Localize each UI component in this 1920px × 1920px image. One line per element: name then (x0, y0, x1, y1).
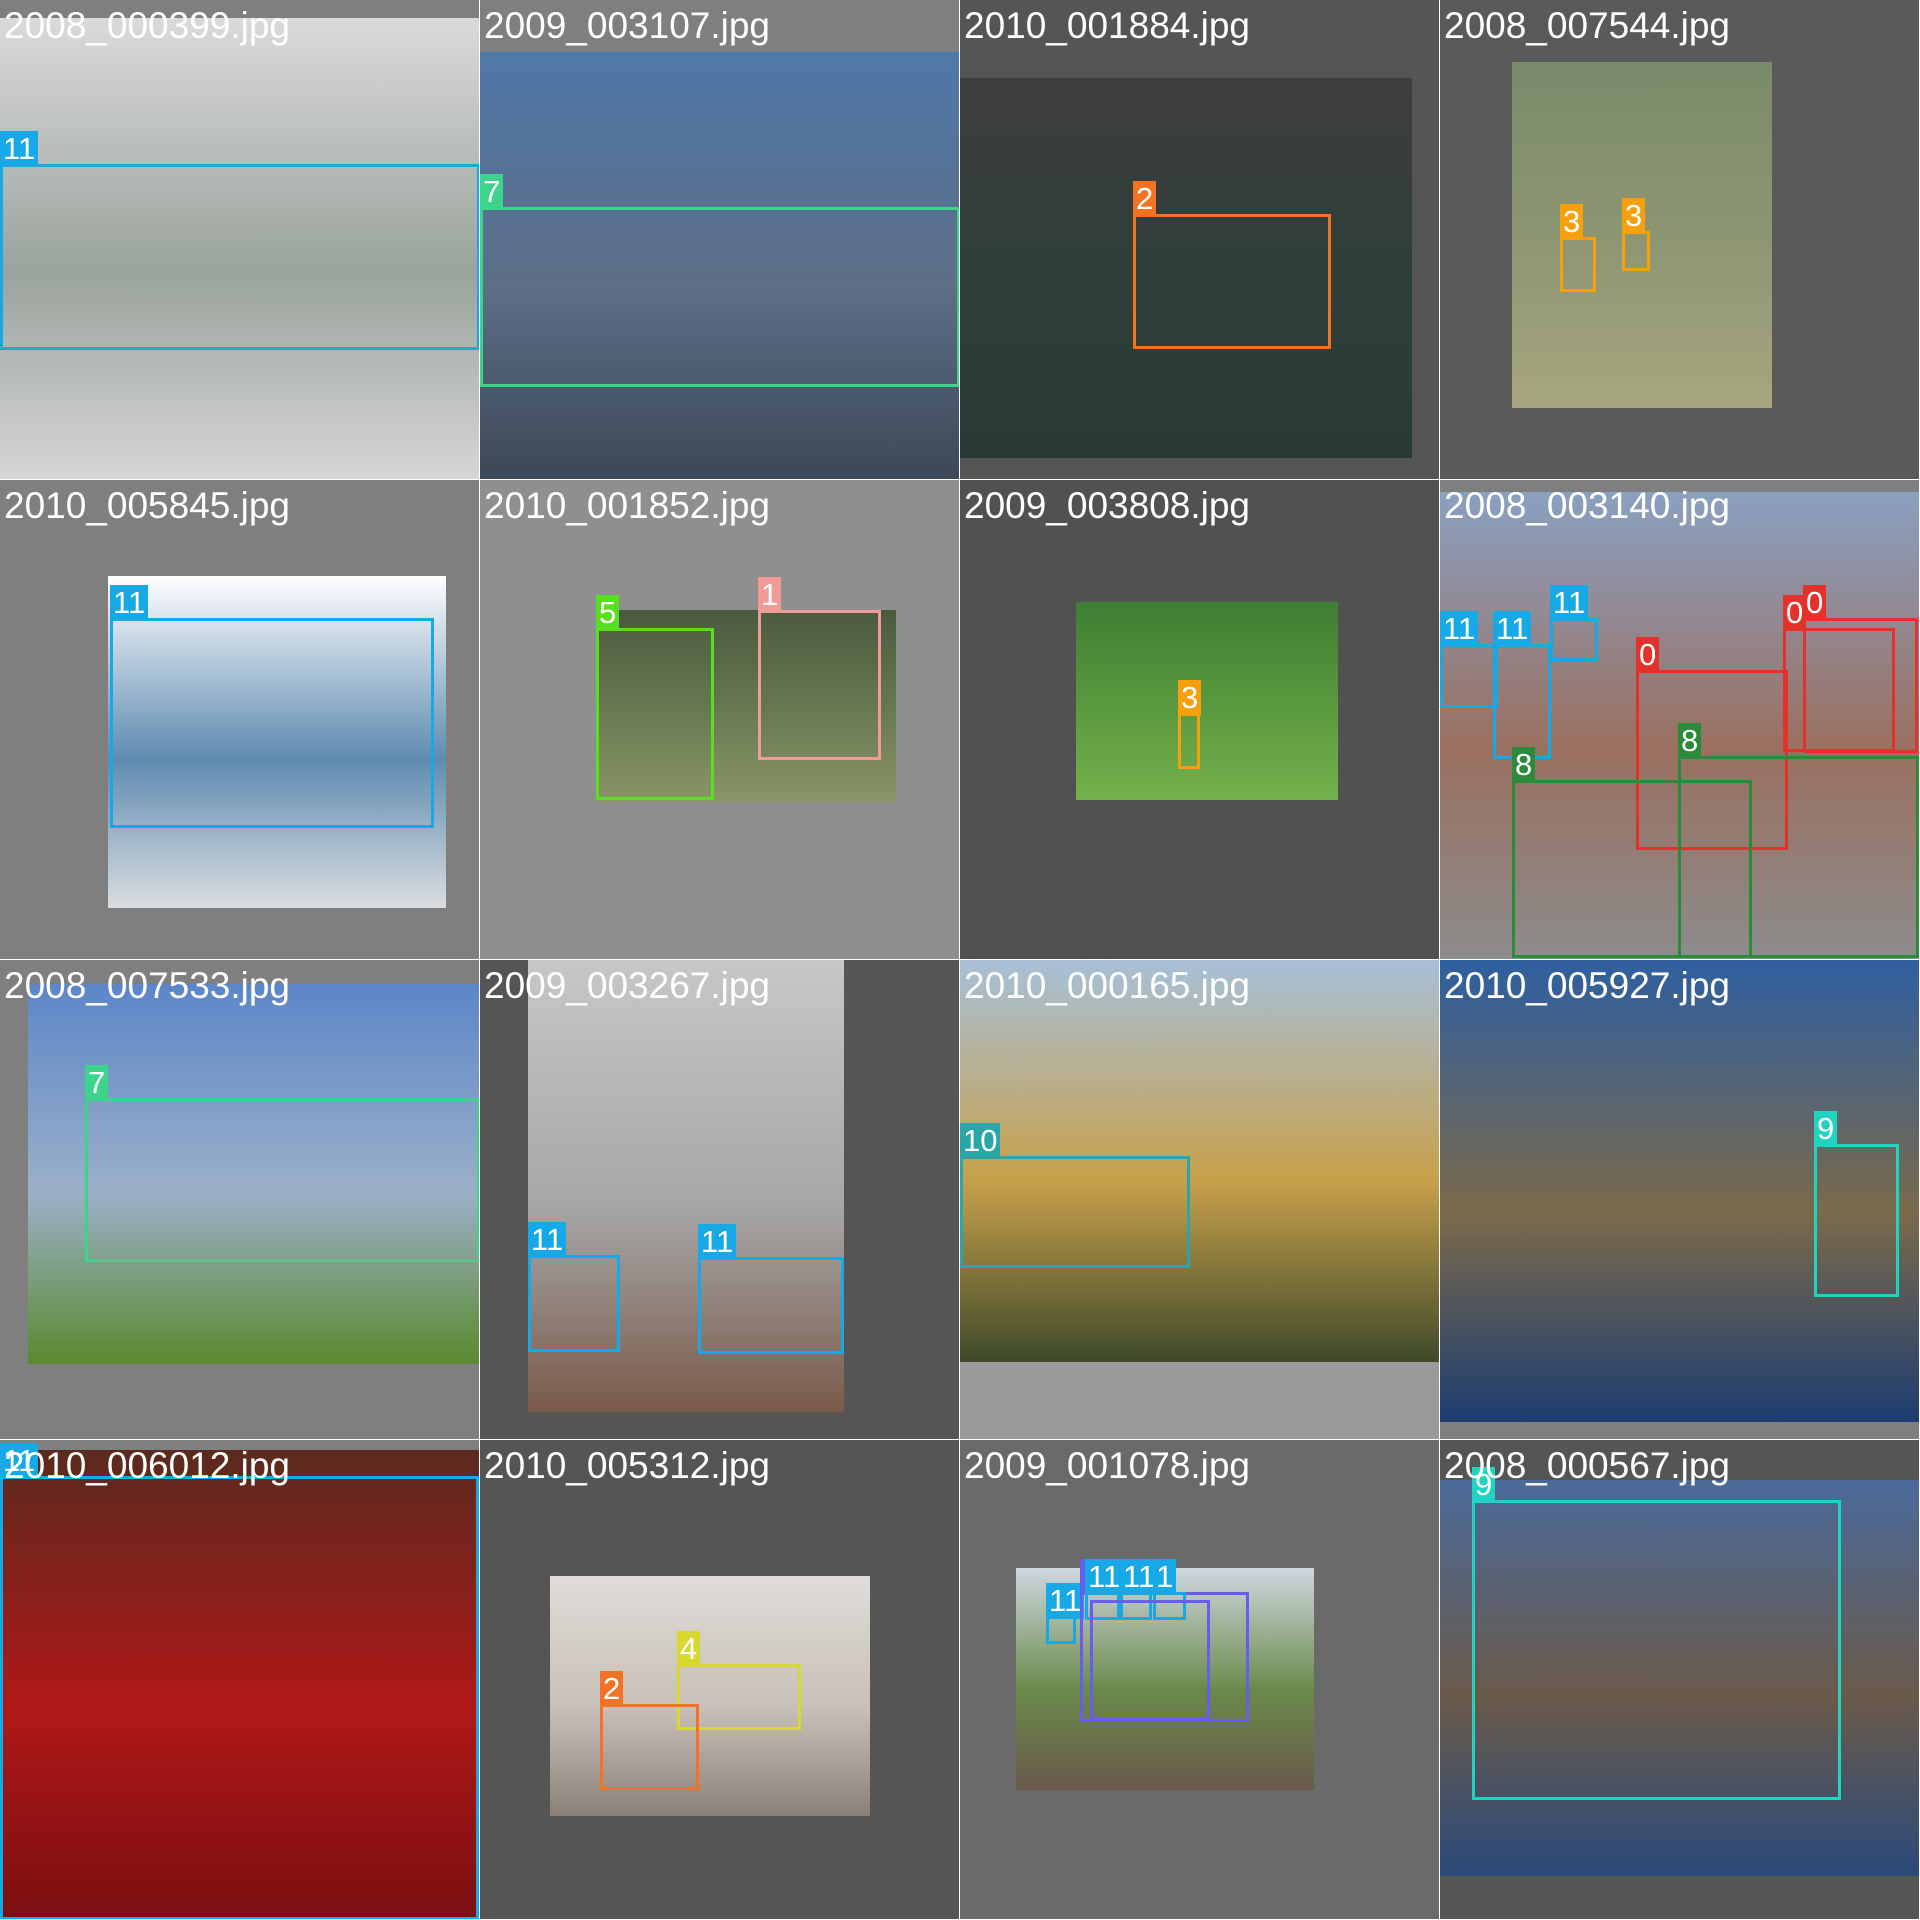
bounding-box: 10 (960, 1123, 1190, 1268)
filename-label: 2010_001852.jpg (484, 485, 771, 526)
class-label: 7 (85, 1065, 109, 1101)
bounding-box: 11 (1046, 1583, 1085, 1644)
bounding-box: 7 (480, 174, 959, 387)
image-tile: 9 2010_005927.jpg (1440, 960, 1920, 1440)
class-label: 4 (677, 1631, 701, 1667)
class-label: 3 (1178, 680, 1202, 716)
bounding-box: 11 (0, 1443, 479, 1919)
class-label: 11 (698, 1224, 737, 1260)
image-tile: 7 2009_003107.jpg (480, 0, 960, 480)
bounding-box: 3 (1178, 680, 1202, 769)
bounding-box: 2 (600, 1671, 699, 1790)
filename-label: 2008_007544.jpg (1444, 5, 1731, 46)
class-label: 11 (1550, 585, 1589, 621)
bounding-box: 3 (1622, 198, 1650, 271)
bounding-box: 11 (0, 131, 479, 350)
class-label: 11 (1493, 611, 1532, 647)
class-label: 8 (1512, 747, 1536, 783)
filename-label: 2010_005845.jpg (4, 485, 291, 526)
class-label: 3 (1622, 198, 1646, 234)
image-tile: 7 2008_007533.jpg (0, 960, 480, 1440)
bounding-box: 3 (1560, 204, 1596, 292)
class-label: 2 (600, 1671, 624, 1707)
image-tile: 11 2010_006012.jpg (0, 1440, 480, 1920)
class-label: 1 (758, 577, 782, 613)
image-tile: 11 2008_000399.jpg (0, 0, 480, 480)
image-tile: 9 2008_000567.jpg (1440, 1440, 1920, 1920)
filename-label: 2009_003267.jpg (484, 965, 771, 1006)
class-label: 11 (1440, 611, 1479, 647)
bounding-box: 11 (1550, 585, 1598, 661)
class-label: 5 (596, 595, 620, 631)
image-tile: 3 2009_003808.jpg (960, 480, 1440, 960)
bounding-box: 11 (1440, 611, 1498, 708)
class-label: 11 (528, 1222, 567, 1258)
image-tile: 4 2 2010_005312.jpg (480, 1440, 960, 1920)
bounding-box: 8 (1678, 723, 1919, 958)
image-tile: 5 1 2010_001852.jpg (480, 480, 960, 960)
class-label: 10 (960, 1123, 1001, 1159)
image-tile: 11 11 2009_003267.jpg (480, 960, 960, 1440)
bounding-box: 9 (1472, 1467, 1841, 1800)
class-label: 1 (1153, 1559, 1177, 1595)
class-label: 0 (1636, 637, 1660, 673)
bounding-box: 2 (1133, 181, 1331, 349)
class-label: 11 (110, 585, 149, 621)
filename-label: 2008_000399.jpg (4, 5, 291, 46)
filename-label: 2008_000567.jpg (1444, 1445, 1731, 1486)
image-tile: 11 11 11 0 0 0 8 8 2008_003140.jpg (1440, 480, 1920, 960)
filename-label: 2009_003808.jpg (964, 485, 1251, 526)
image-tile: 2 2010_001884.jpg (960, 0, 1440, 480)
class-label: 7 (480, 174, 504, 210)
class-label: 11 (1046, 1583, 1085, 1619)
bounding-box: 5 (596, 595, 714, 800)
bounding-box (1090, 1600, 1210, 1720)
image-tile: 3 3 2008_007544.jpg (1440, 0, 1920, 480)
filename-label: 2010_005312.jpg (484, 1445, 771, 1486)
filename-label: 2009_001078.jpg (964, 1445, 1251, 1486)
image-tile: 10 2010_000165.jpg (960, 960, 1440, 1440)
bounding-box: 11 (110, 585, 434, 828)
image-tile: 11 2010_005845.jpg (0, 480, 480, 960)
bounding-box: 11 (698, 1224, 844, 1354)
image-tile: 1113111112009_001078.jpg (960, 1440, 1440, 1920)
class-label: 0 (1803, 585, 1827, 621)
mosaic-grid: 11 2008_000399.jpg 7 2009_003107.jpg 2 2010_0… (0, 0, 1920, 1920)
filename-label: 2009_003107.jpg (484, 5, 771, 46)
class-label: 3 (1560, 204, 1584, 240)
bounding-box: 11 (528, 1222, 620, 1352)
class-label: 2 (1133, 181, 1157, 217)
class-label: 11 (0, 131, 39, 167)
filename-label: 2008_007533.jpg (4, 965, 291, 1006)
bounding-box: 9 (1814, 1111, 1899, 1297)
bounding-box: 7 (85, 1065, 479, 1262)
filename-label: 2010_006012.jpg (4, 1445, 291, 1486)
class-label: 11 (1085, 1559, 1124, 1595)
filename-label: 2010_000165.jpg (964, 965, 1251, 1006)
filename-label: 2010_005927.jpg (1444, 965, 1731, 1006)
class-label: 9 (1814, 1111, 1838, 1147)
bounding-box: 0 (1803, 585, 1918, 753)
class-label: 8 (1678, 723, 1702, 759)
filename-label: 2010_001884.jpg (964, 5, 1251, 46)
bounding-box: 11 (1493, 611, 1551, 759)
filename-label: 2008_003140.jpg (1444, 485, 1731, 526)
bounding-box: 1 (758, 577, 881, 760)
photo (1076, 602, 1338, 800)
